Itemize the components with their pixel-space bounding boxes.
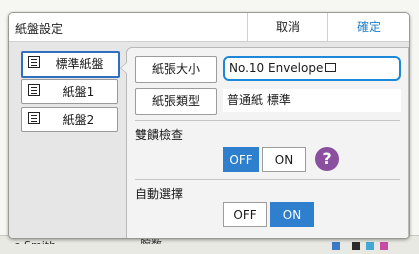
dialog-body: 標準紙盤 紙盤1 紙盤2 紙張大小 No.10 Envelope 紙張類型 普通… [9, 42, 409, 238]
double-feed-on-toggle[interactable]: ON [262, 147, 306, 172]
status-color-swatch [380, 242, 388, 250]
divider [135, 120, 400, 121]
divider [135, 179, 400, 180]
envelope-icon [325, 63, 337, 72]
cancel-button[interactable]: 取消 [247, 13, 328, 41]
status-color-swatch [332, 242, 340, 250]
paper-size-button[interactable]: 紙張大小 [135, 56, 217, 83]
tray-settings-panel: 紙張大小 No.10 Envelope 紙張類型 普通紙 標準 雙饋檢查 OFF… [120, 47, 409, 238]
auto-select-off-toggle[interactable]: OFF [223, 202, 267, 227]
tray-item-1[interactable]: 紙盤1 [21, 79, 118, 104]
tray-item-2[interactable]: 紙盤2 [21, 107, 118, 132]
dialog-header: 紙盤設定 取消 確定 [9, 13, 409, 42]
paper-size-field[interactable]: No.10 Envelope [223, 56, 401, 81]
double-feed-label: 雙饋檢查 [135, 128, 184, 142]
paper-size-value: No.10 Envelope [229, 61, 324, 75]
confirm-button[interactable]: 確定 [327, 13, 409, 41]
auto-select-label: 自動選擇 [135, 187, 184, 201]
selection-pointer [120, 62, 128, 74]
tray-settings-dialog: 紙盤設定 取消 確定 標準紙盤 紙盤1 紙盤2 紙張大小 No.10 Envel… [8, 12, 410, 239]
paper-type-value: 普通紙 標準 [223, 89, 401, 112]
status-color-swatch [352, 242, 360, 250]
tray-item-standard[interactable]: 標準紙盤 [21, 51, 120, 78]
dialog-title: 紙盤設定 [15, 22, 64, 36]
background-user-name: o.Smith [14, 239, 57, 252]
auto-select-on-toggle[interactable]: ON [270, 202, 314, 227]
tray-label: 標準紙盤 [55, 57, 104, 71]
status-color-swatch [366, 242, 374, 250]
paper-type-button[interactable]: 紙張類型 [135, 88, 217, 115]
tray-label: 紙盤1 [62, 85, 95, 99]
help-icon[interactable]: ? [315, 147, 339, 171]
tray-label: 紙盤2 [62, 113, 95, 127]
double-feed-off-toggle[interactable]: OFF [223, 147, 259, 172]
